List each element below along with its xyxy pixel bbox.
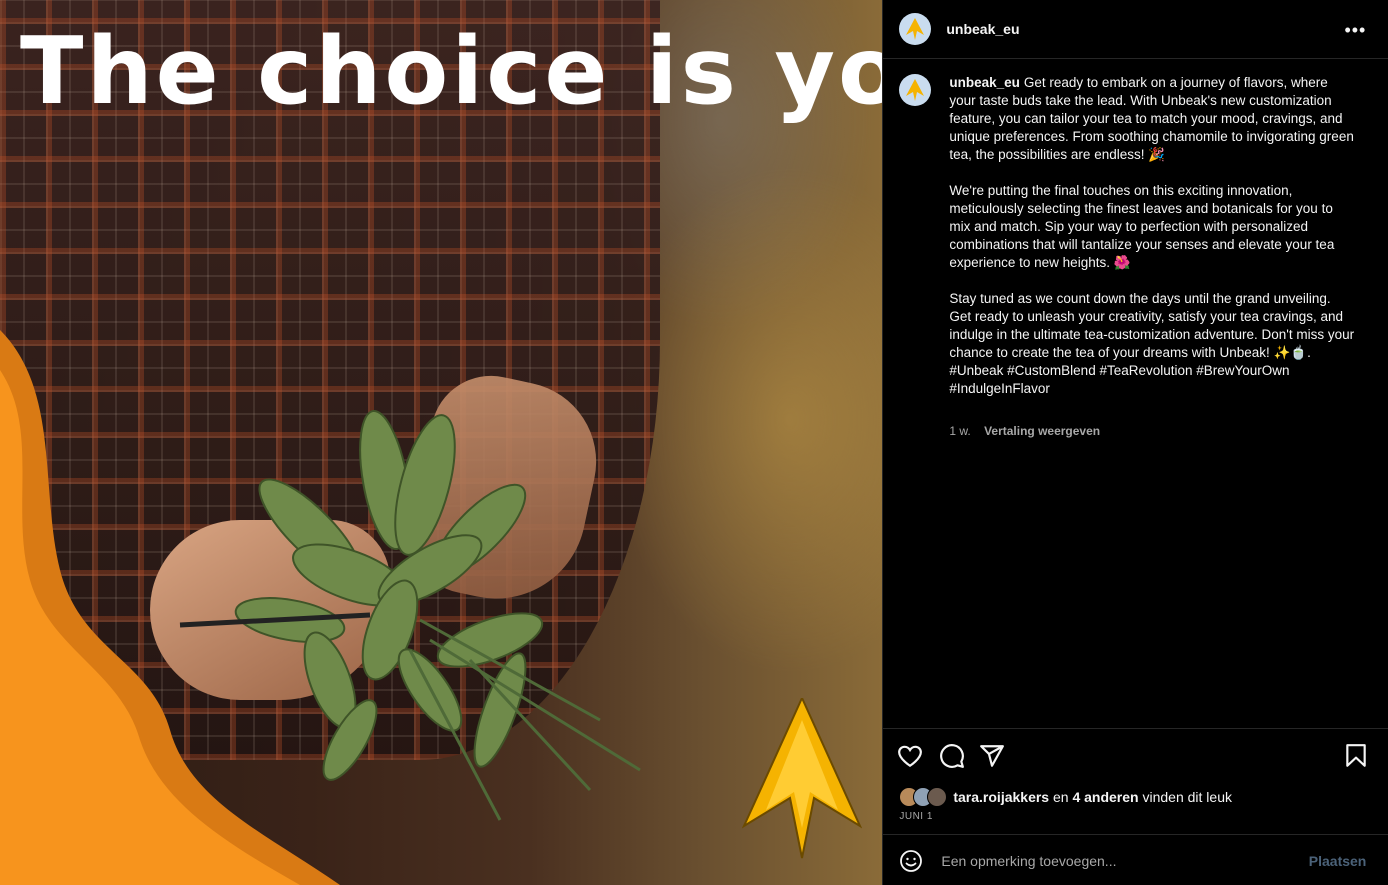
unbeak-logo xyxy=(742,698,862,859)
translate-link[interactable]: Vertaling weergeven xyxy=(984,424,1100,438)
comment-icon[interactable] xyxy=(939,743,965,769)
caption-hashtags[interactable]: #Unbeak #CustomBlend #TeaRevolution #Bre… xyxy=(949,362,1354,398)
more-horizontal-icon[interactable]: ••• xyxy=(1344,20,1366,41)
likes-summary: tara.roijakkers en 4 anderen vinden dit … xyxy=(899,787,1232,807)
time-ago: 1 w. xyxy=(949,424,971,438)
bookmark-icon[interactable] xyxy=(1343,743,1369,769)
emoji-icon[interactable] xyxy=(899,849,923,873)
headline-text: The choice is yours xyxy=(20,17,883,125)
likes-others-link[interactable]: 4 anderen xyxy=(1072,789,1138,805)
post-author-username[interactable]: unbeak_eu xyxy=(946,21,1019,37)
action-icons-row xyxy=(883,729,1388,785)
liker-avatar[interactable] xyxy=(927,787,948,807)
post-image[interactable]: The choice is yours xyxy=(0,0,883,885)
likes-suffix: vinden dit leuk xyxy=(1142,789,1232,805)
post-side-panel: unbeak_eu ••• unbeak_eu Get ready to emba… xyxy=(882,0,1388,885)
actions-bar: tara.roijakkers en 4 anderen vinden dit … xyxy=(883,728,1388,822)
share-icon[interactable] xyxy=(979,743,1005,769)
caption-paragraph-3: Stay tuned as we count down the days unt… xyxy=(949,291,1355,360)
unbeak-avatar-logo-icon xyxy=(906,79,925,101)
caption-username[interactable]: unbeak_eu xyxy=(949,75,1020,90)
caption-meta: 1 w. Vertaling weergeven xyxy=(949,424,1100,438)
comment-input[interactable] xyxy=(939,851,1304,870)
post-header: unbeak_eu ••• xyxy=(883,0,1388,59)
unbeak-avatar-logo-icon xyxy=(906,18,925,40)
instagram-post-modal: The choice is yours unbeak_eu ••• unbeak… xyxy=(0,0,1388,885)
heart-icon[interactable] xyxy=(897,743,923,769)
liker-username[interactable]: tara.roijakkers xyxy=(953,789,1049,805)
likes-connector: en xyxy=(1052,789,1069,805)
caption-text: unbeak_eu Get ready to embark on a journe… xyxy=(949,74,1354,398)
avatar[interactable] xyxy=(899,13,932,45)
post-comment-button[interactable]: Plaatsen xyxy=(1309,853,1367,869)
orange-wave-shape xyxy=(0,330,340,885)
caption-paragraph-2: We're putting the final touches on this … xyxy=(949,183,1335,270)
comment-bar: Plaatsen xyxy=(883,834,1388,885)
post-date: JUNI 1 xyxy=(899,811,933,822)
caption-avatar[interactable] xyxy=(899,74,932,106)
